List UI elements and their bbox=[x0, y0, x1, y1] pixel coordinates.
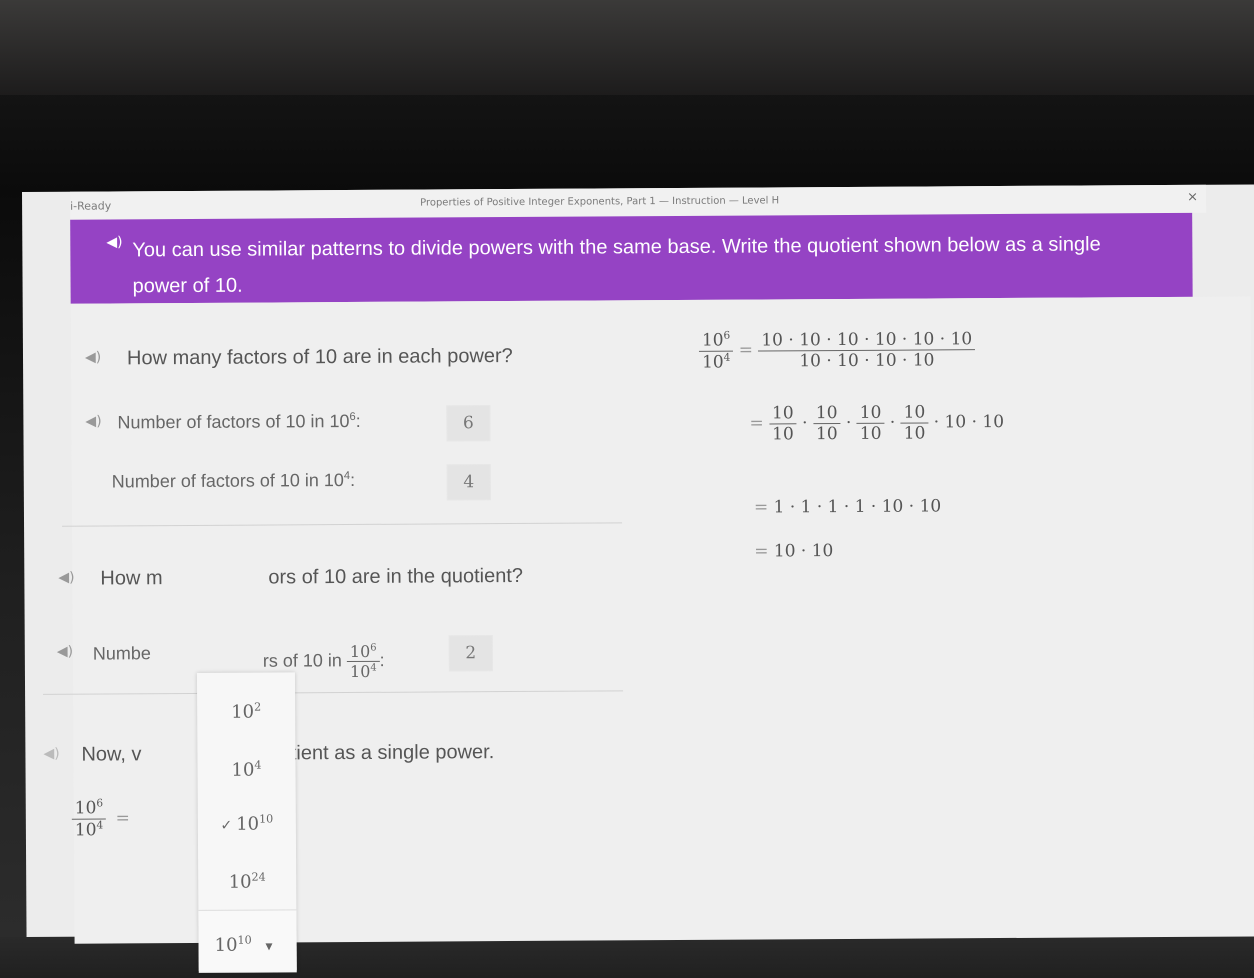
numerator-exp: 6 bbox=[370, 643, 376, 654]
exponent-select[interactable]: 1010 ▾ bbox=[198, 909, 296, 971]
work-step4: 10 · 10 bbox=[774, 541, 834, 561]
dot: · bbox=[890, 413, 896, 433]
work-line-2: = 1010 · 1010 · 1010 · 1010 · 10 · 10 bbox=[749, 402, 1004, 445]
equals-sign: = bbox=[754, 541, 768, 561]
equals-sign: = bbox=[739, 340, 753, 360]
speaker-icon[interactable]: ◀︎) bbox=[43, 746, 59, 762]
denominator-exp: 4 bbox=[370, 663, 376, 674]
option-exp: 4 bbox=[254, 759, 261, 772]
row-factors-10-4: Number of factors of 10 in 104: bbox=[112, 470, 355, 492]
app-logo: i-Ready bbox=[70, 199, 111, 212]
chevron-down-icon[interactable]: ▾ bbox=[265, 938, 272, 954]
row-label: Number of factors of 10 in 10 bbox=[117, 411, 349, 432]
fraction-den: 10 bbox=[769, 424, 797, 444]
work-line-4: = 10 · 10 bbox=[754, 541, 833, 561]
denominator-exp: 4 bbox=[724, 351, 731, 363]
dropdown-option[interactable]: 102 bbox=[197, 680, 295, 735]
fraction-den: 10 bbox=[901, 423, 929, 443]
option-base: 10 bbox=[231, 702, 254, 723]
equals-sign: = bbox=[749, 413, 763, 433]
speaker-icon[interactable]: ◀︎) bbox=[85, 350, 101, 366]
colon: : bbox=[380, 650, 385, 670]
question-right-part: ors of 10 are in the quotient? bbox=[268, 565, 523, 590]
lesson-title: Properties of Positive Integer Exponents… bbox=[420, 195, 779, 208]
answer-box-10-4[interactable]: 4 bbox=[447, 464, 491, 500]
divider bbox=[62, 522, 622, 526]
numerator-base: 10 bbox=[350, 642, 370, 661]
expanded-fraction: 10 · 10 · 10 · 10 · 10 · 10 10 · 10 · 10… bbox=[758, 329, 975, 371]
expanded-numerator: 10 · 10 · 10 · 10 · 10 · 10 bbox=[758, 329, 975, 351]
speaker-icon[interactable]: ◀︎) bbox=[85, 414, 101, 430]
answer-box-quotient[interactable]: 2 bbox=[449, 635, 493, 671]
dot: · bbox=[846, 413, 852, 433]
divider bbox=[43, 690, 623, 695]
fraction-10-over-10: 1010 bbox=[769, 403, 797, 444]
work-tail: · 10 · 10 bbox=[934, 412, 1004, 432]
fraction-num: 10 bbox=[857, 403, 885, 424]
fraction-10-6-over-10-4: 106 104 bbox=[72, 797, 107, 840]
dropdown-option-selected[interactable]: ✓1010 bbox=[198, 792, 296, 847]
fraction-den: 10 bbox=[813, 424, 841, 444]
dropdown-option[interactable]: 1024 bbox=[198, 850, 296, 905]
selected-exp: 10 bbox=[237, 934, 251, 947]
speaker-icon[interactable]: ◀︎) bbox=[58, 570, 74, 586]
denominator-exp: 4 bbox=[96, 819, 103, 831]
numerator-base: 10 bbox=[702, 330, 724, 350]
question-left-part: How m bbox=[100, 567, 162, 590]
instruction-text: You can use similar patterns to divide p… bbox=[132, 226, 1152, 304]
fraction-den: 10 bbox=[857, 424, 885, 444]
fraction-num: 10 bbox=[901, 402, 929, 423]
numerator-exp: 6 bbox=[96, 798, 103, 810]
row-label: Number of factors of 10 in 10 bbox=[112, 470, 344, 491]
fraction-10-6-over-10-4: 106 104 bbox=[347, 642, 380, 681]
question-factors-each-power: How many factors of 10 are in each power… bbox=[127, 345, 513, 370]
option-exp: 2 bbox=[254, 701, 261, 714]
instruction-left-part: Now, v bbox=[81, 743, 141, 766]
close-button[interactable]: × bbox=[1187, 190, 1198, 205]
denominator-base: 10 bbox=[702, 352, 724, 372]
colon: : bbox=[356, 411, 361, 431]
equals-sign: = bbox=[754, 497, 768, 517]
denominator-base: 10 bbox=[75, 820, 97, 840]
fraction-10-over-10: 1010 bbox=[813, 403, 841, 444]
option-exp: 24 bbox=[251, 871, 265, 884]
option-base: 10 bbox=[229, 872, 252, 893]
lesson-window: i-Ready Properties of Positive Integer E… bbox=[22, 184, 1254, 937]
colon: : bbox=[350, 470, 355, 490]
fraction-10-over-10: 1010 bbox=[857, 403, 885, 444]
expanded-denominator: 10 · 10 · 10 · 10 bbox=[758, 350, 975, 371]
numerator-base: 10 bbox=[75, 798, 97, 818]
answer-box-10-6[interactable]: 6 bbox=[446, 405, 490, 441]
option-base: 10 bbox=[231, 760, 254, 781]
monitor-bezel bbox=[0, 0, 1254, 95]
speaker-icon[interactable]: ◀︎) bbox=[106, 234, 122, 250]
lesson-content: ◀︎) How many factors of 10 are in each p… bbox=[71, 296, 1254, 943]
option-base: 10 bbox=[236, 814, 259, 835]
check-icon: ✓ bbox=[220, 818, 232, 834]
work-step3: 1 · 1 · 1 · 1 · 10 · 10 bbox=[774, 496, 942, 517]
fraction-10-over-10: 1010 bbox=[901, 402, 929, 443]
work-line-3: = 1 · 1 · 1 · 1 · 10 · 10 bbox=[754, 496, 941, 517]
instruction-banner: ◀︎) You can use similar patterns to divi… bbox=[70, 213, 1192, 304]
row-label: rs of 10 in bbox=[263, 650, 342, 670]
speaker-icon[interactable]: ◀︎) bbox=[57, 644, 73, 660]
fraction-10-6-over-10-4: 106 104 bbox=[699, 330, 734, 373]
denominator-base: 10 bbox=[350, 662, 370, 681]
fraction-num: 10 bbox=[813, 403, 841, 424]
work-line-1: 106 104 = 10 · 10 · 10 · 10 · 10 · 10 10… bbox=[699, 328, 976, 372]
row-quotient-left: Numbe bbox=[93, 643, 151, 664]
numerator-exp: 6 bbox=[723, 330, 730, 342]
selected-base: 10 bbox=[215, 935, 238, 956]
dot: · bbox=[802, 413, 808, 433]
equals-sign: = bbox=[116, 808, 130, 828]
fraction-num: 10 bbox=[769, 403, 797, 424]
option-exp: 10 bbox=[259, 812, 273, 825]
dropdown-option[interactable]: 104 bbox=[197, 738, 295, 793]
final-equation: 106 104 = bbox=[72, 797, 130, 840]
row-factors-10-6: Number of factors of 10 in 106: bbox=[117, 411, 360, 433]
